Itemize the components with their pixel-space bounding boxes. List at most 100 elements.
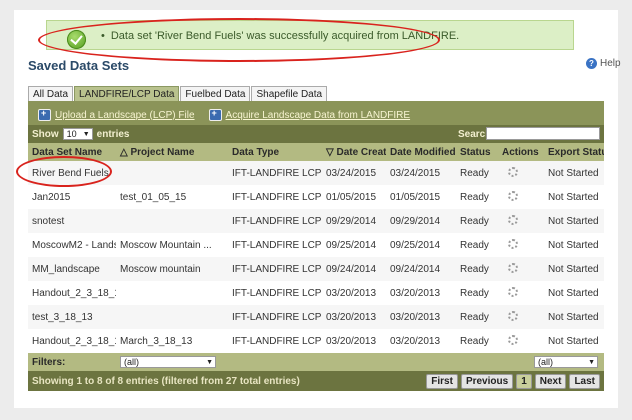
upload-icon <box>38 108 51 121</box>
column-header-created[interactable]: ▽ Date Created <box>322 147 386 158</box>
table-row[interactable]: Jan2015 test_01_05_15 IFT-LANDFIRE LCP 01/0… <box>28 185 604 209</box>
gear-icon[interactable] <box>508 286 518 297</box>
data-type-cell: IFT-LANDFIRE LCP <box>232 287 322 299</box>
table-row[interactable]: Handout_2_3_18_1... IFT-LANDFIRE LCP 03/20… <box>28 281 604 305</box>
export-status-cell: Not Started <box>548 239 599 251</box>
pagination: First Previous 1 Next Last <box>426 374 600 389</box>
actions-cell[interactable] <box>498 214 544 228</box>
project-name-cell: test_01_05_15 <box>120 191 187 203</box>
tab-landfire-lcp-data[interactable]: LANDFIRE/LCP Data <box>74 86 180 102</box>
gear-icon[interactable] <box>508 190 518 201</box>
column-header-type[interactable]: Data Type <box>228 147 322 158</box>
export-filter-value: (all) <box>538 357 553 367</box>
tab-fuelbed-data[interactable]: Fuelbed Data <box>180 86 251 102</box>
actions-cell[interactable] <box>498 334 544 348</box>
status-cell: Ready <box>460 215 489 227</box>
actions-cell[interactable] <box>498 238 544 252</box>
date-created-cell: 03/24/2015 <box>326 167 377 179</box>
actions-cell[interactable] <box>498 310 544 324</box>
table-row[interactable]: snotest IFT-LANDFIRE LCP 09/29/2014 09/29/2… <box>28 209 604 233</box>
project-name-cell: Moscow mountain <box>120 263 201 275</box>
data-type-cell: IFT-LANDFIRE LCP <box>232 191 322 203</box>
column-header-status[interactable]: Status <box>456 147 498 158</box>
show-entries-row: Show 10 ▼ entries Search: <box>28 125 604 143</box>
data-type-cell: IFT-LANDFIRE LCP <box>232 167 322 179</box>
acquire-landfire-label: Acquire Landscape Data from LANDFIRE <box>225 109 411 121</box>
dataset-name-cell[interactable]: test_3_18_13 <box>28 312 116 323</box>
previous-page-button[interactable]: Previous <box>460 374 514 389</box>
dataset-name-cell[interactable]: MM_landscape <box>28 264 116 275</box>
last-page-button[interactable]: Last <box>569 374 600 389</box>
column-header-export[interactable]: Export Status <box>544 147 604 158</box>
column-header-created-label: Date Created <box>336 146 386 158</box>
export-filter-select[interactable]: (all) ▼ <box>534 356 598 368</box>
dataset-name-cell[interactable]: snotest <box>28 216 116 227</box>
entries-per-page-select[interactable]: 10 ▼ <box>62 128 93 140</box>
actions-cell[interactable] <box>498 166 544 180</box>
gear-icon[interactable] <box>508 238 518 249</box>
help-link[interactable]: ? Help <box>586 58 621 69</box>
date-created-cell: 03/20/2013 <box>326 311 377 323</box>
toolbar: Upload a Landscape (LCP) File Acquire La… <box>38 107 424 123</box>
gear-icon[interactable] <box>508 310 518 321</box>
gear-icon[interactable] <box>508 166 518 177</box>
entries-per-page-value: 10 <box>66 129 77 139</box>
search-input[interactable] <box>486 127 600 140</box>
help-icon: ? <box>586 58 597 69</box>
column-header-name[interactable]: Data Set Name <box>28 147 116 158</box>
upload-lcp-link[interactable]: Upload a Landscape (LCP) File <box>38 108 195 121</box>
export-status-cell: Not Started <box>548 167 599 179</box>
show-label: Show <box>32 128 59 140</box>
project-filter-value: (all) <box>124 357 139 367</box>
actions-cell[interactable] <box>498 286 544 300</box>
dataset-name-cell[interactable]: Jan2015 <box>28 192 116 203</box>
table-header: Data Set Name △ Project Name Data Type ▽… <box>28 143 604 161</box>
dataset-name-cell[interactable]: Handout_2_3_18_1... <box>28 288 116 299</box>
status-cell: Ready <box>460 191 489 203</box>
acquire-landfire-link[interactable]: Acquire Landscape Data from LANDFIRE <box>208 108 411 121</box>
tab-bar: All Data LANDFIRE/LCP Data Fuelbed Data … <box>28 86 328 102</box>
tab-all-data[interactable]: All Data <box>28 86 74 102</box>
data-sets-box: Upload a Landscape (LCP) File Acquire La… <box>28 101 604 391</box>
help-label: Help <box>600 58 621 69</box>
date-created-cell: 09/25/2014 <box>326 239 377 251</box>
project-filter-select[interactable]: (all) ▼ <box>120 356 216 368</box>
gear-icon[interactable] <box>508 262 518 273</box>
status-cell: Ready <box>460 311 489 323</box>
chevron-down-icon: ▼ <box>588 358 595 366</box>
table-row[interactable]: River Bend Fuels IFT-LANDFIRE LCP 03/24/20… <box>28 161 604 185</box>
date-created-cell: 01/05/2015 <box>326 191 377 203</box>
table-row[interactable]: MoscowM2 - Lands... Moscow Mountain ... IF… <box>28 233 604 257</box>
table-row[interactable]: test_3_18_13 IFT-LANDFIRE LCP 03/20/2013 03… <box>28 305 604 329</box>
export-status-cell: Not Started <box>548 311 599 323</box>
gear-icon[interactable] <box>508 214 518 225</box>
date-modified-cell: 09/25/2014 <box>390 239 441 251</box>
checkmark-icon <box>67 30 86 49</box>
data-type-cell: IFT-LANDFIRE LCP <box>232 239 322 251</box>
column-header-modified[interactable]: Date Modified <box>386 147 456 158</box>
table-body: River Bend Fuels IFT-LANDFIRE LCP 03/24/20… <box>28 161 604 353</box>
data-type-cell: IFT-LANDFIRE LCP <box>232 215 322 227</box>
status-cell: Ready <box>460 167 489 179</box>
dataset-name-cell[interactable]: Handout_2_3_18_1... <box>28 336 116 347</box>
actions-cell[interactable] <box>498 262 544 276</box>
column-header-project-label: Project Name <box>130 146 195 158</box>
current-page-button[interactable]: 1 <box>516 374 532 389</box>
dataset-name-cell[interactable]: MoscowM2 - Lands... <box>28 240 116 251</box>
data-sets-table: Data Set Name △ Project Name Data Type ▽… <box>28 143 604 353</box>
gear-icon[interactable] <box>508 334 518 345</box>
dataset-name-cell[interactable]: River Bend Fuels <box>28 168 116 179</box>
actions-cell[interactable] <box>498 190 544 204</box>
tab-shapefile-data[interactable]: Shapefile Data <box>251 86 328 102</box>
next-page-button[interactable]: Next <box>534 374 567 389</box>
date-modified-cell: 03/24/2015 <box>390 167 441 179</box>
date-modified-cell: 09/29/2014 <box>390 215 441 227</box>
export-status-cell: Not Started <box>548 335 599 347</box>
project-name-cell: Moscow Mountain ... <box>120 239 212 251</box>
date-modified-cell: 09/24/2014 <box>390 263 441 275</box>
column-header-project[interactable]: △ Project Name <box>116 147 228 158</box>
table-row[interactable]: MM_landscape Moscow mountain IFT-LANDFIRE … <box>28 257 604 281</box>
table-row[interactable]: Handout_2_3_18_1... March_3_18_13 IFT-LAND… <box>28 329 604 353</box>
first-page-button[interactable]: First <box>426 374 458 389</box>
data-type-cell: IFT-LANDFIRE LCP <box>232 311 322 323</box>
